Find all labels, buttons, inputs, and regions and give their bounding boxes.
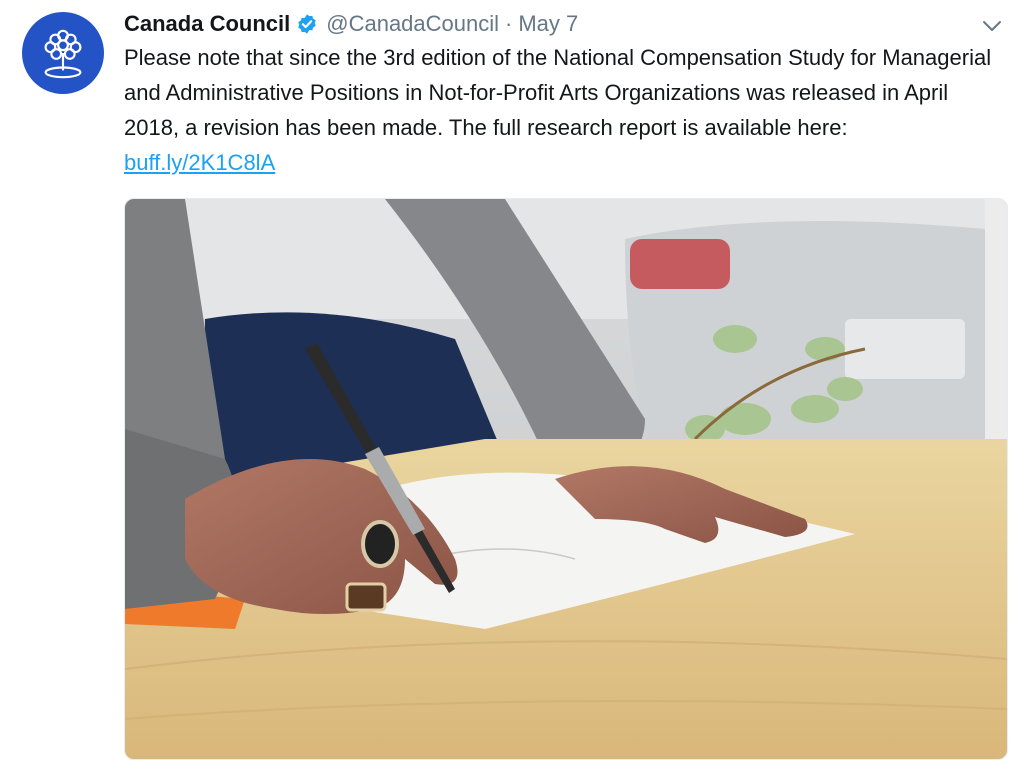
tweet-date[interactable]: May 7 — [518, 11, 578, 37]
tweet-body-text: Please note that since the 3rd edition o… — [124, 45, 992, 140]
tweet: Canada Council @CanadaCouncil · May 7 Pl… — [0, 0, 1024, 769]
chevron-down-icon[interactable] — [980, 14, 1004, 38]
tweet-text: Please note that since the 3rd edition o… — [124, 40, 1004, 180]
tree-logo-icon — [44, 29, 82, 79]
separator-dot: · — [505, 11, 513, 36]
author-name[interactable]: Canada Council — [124, 11, 290, 37]
report-link[interactable]: buff.ly/2K1C8lA — [124, 150, 275, 175]
author-handle[interactable]: @CanadaCouncil — [326, 11, 499, 37]
verified-badge-icon — [296, 13, 318, 35]
photo-hands-writing — [125, 199, 1007, 759]
tweet-header: Canada Council @CanadaCouncil · May 7 — [124, 9, 578, 39]
tweet-photo[interactable] — [124, 198, 1008, 760]
avatar[interactable] — [22, 12, 104, 94]
